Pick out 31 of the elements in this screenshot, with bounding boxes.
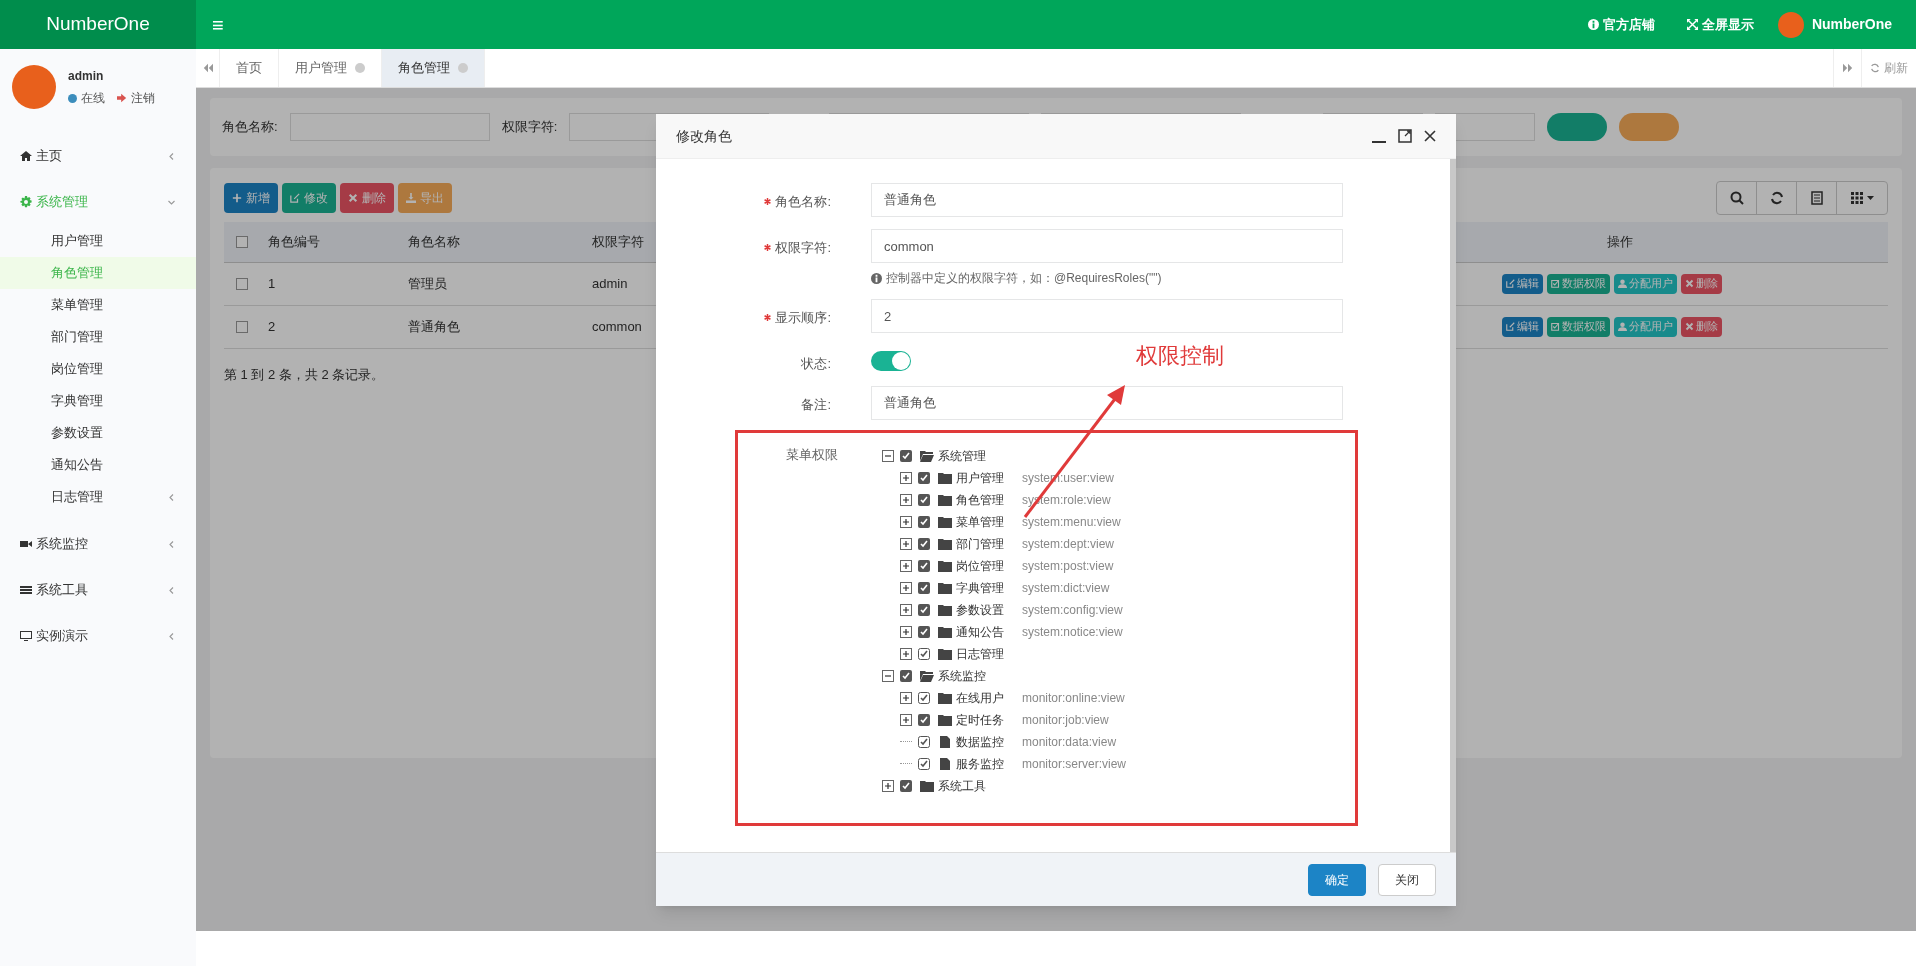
permission-text: monitor:job:view	[1022, 711, 1109, 729]
permission-text: monitor:online:view	[1022, 689, 1125, 707]
permission-text: monitor:server:view	[1022, 755, 1127, 773]
table-cell: admin	[592, 275, 628, 291]
field-label: 显示顺序:	[764, 308, 831, 328]
field-label: 菜单权限	[785, 445, 839, 464]
status-text: 在线	[81, 90, 105, 107]
permission-text: system:dept:view	[1022, 535, 1115, 553]
table-cell: common	[592, 318, 642, 334]
field-label: 状态:	[801, 355, 831, 373]
table-cell: 1	[268, 275, 276, 291]
permission-text: system:post:view	[1022, 557, 1114, 575]
table-cell: 管理员	[408, 275, 447, 291]
user-name: admin	[68, 68, 105, 85]
logo: NumberOne	[0, 0, 196, 49]
annotation-text: 权限控制	[1136, 342, 1224, 370]
permission-text: monitor:data:view	[1022, 733, 1117, 751]
field-label: 权限字符:	[764, 238, 831, 258]
table-cell: 普通角色	[408, 318, 460, 334]
field-label: 角色名称:	[222, 118, 278, 137]
pagination-text: 第 1 到 2 条，共 2 条记录。	[224, 365, 385, 384]
modal-title: 修改角色	[676, 126, 732, 146]
field-label: 备注:	[801, 395, 831, 414]
permission-text: system:dict:view	[1022, 579, 1110, 597]
help-text: 控制器中定义的权限字符，如：@RequiresRoles("")	[886, 270, 1162, 287]
field-label: 权限字符:	[501, 118, 558, 137]
table-cell: 2	[268, 318, 276, 334]
permission-text: system:notice:view	[1022, 623, 1123, 641]
permission-text: system:config:view	[1022, 601, 1123, 619]
field-label: 角色名称:	[764, 192, 831, 212]
permission-text: system:menu:view	[1022, 513, 1121, 531]
